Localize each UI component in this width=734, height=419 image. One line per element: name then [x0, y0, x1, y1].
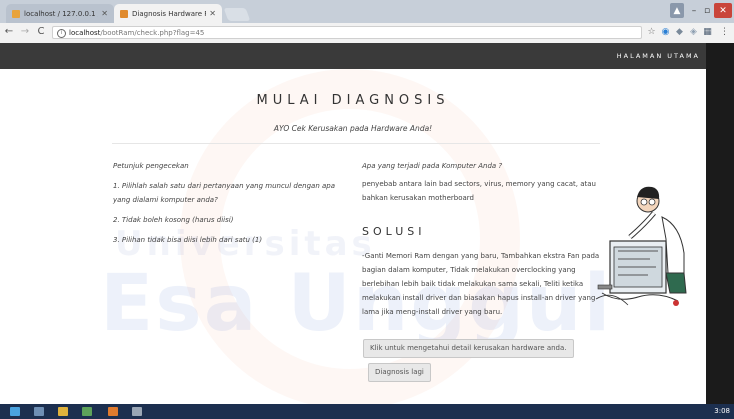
- tab-title: localhost / 127.0.0.1 / db: [24, 9, 98, 18]
- result-panel: Apa yang terjadi pada Komputer Anda ? pe…: [362, 159, 600, 319]
- answer-text: penyebab antara lain bad sectors, virus,…: [362, 180, 596, 202]
- extension-icon[interactable]: ◆: [674, 27, 685, 38]
- home-link[interactable]: HALAMAN UTAMA: [617, 52, 700, 60]
- taskbar-app-icon[interactable]: [108, 407, 118, 416]
- technician-illustration-icon: [595, 186, 687, 306]
- url-host: localhost: [69, 29, 101, 37]
- taskbar-app-icon[interactable]: [82, 407, 92, 416]
- os-taskbar: 3:08: [0, 404, 734, 419]
- instructions-panel: Petunjuk pengecekan 1. Pilihlah salah sa…: [113, 159, 353, 253]
- close-window-button[interactable]: ✕: [714, 3, 732, 18]
- maximize-button[interactable]: ▫: [701, 3, 713, 18]
- info-icon[interactable]: i: [57, 29, 66, 38]
- detail-button[interactable]: Klik untuk mengetahui detail kerusakan h…: [363, 339, 574, 358]
- instruction-item: 3. Pilihan tidak bisa diisi lebih dari s…: [113, 236, 263, 244]
- solution-heading: SOLUSI: [362, 225, 426, 238]
- tab-diagnosis[interactable]: Diagnosis Hardware RAM ✕: [114, 4, 222, 23]
- extension-icon[interactable]: ◈: [688, 27, 699, 38]
- page-subtitle: AYO Cek Kerusakan pada Hardware Anda!: [273, 124, 433, 133]
- taskbar-app-icon[interactable]: [58, 407, 68, 416]
- forward-icon[interactable]: →: [19, 26, 31, 37]
- address-bar[interactable]: i localhost/bootRam/check.php?flag=45: [52, 26, 642, 39]
- main-content: Universitas Esa Unggul MULAI DIAGNOSIS A…: [0, 69, 706, 409]
- instruction-item: 1. Pilihlah salah satu dari pertanyaan y…: [113, 182, 336, 204]
- divider: [112, 143, 600, 144]
- system-clock[interactable]: 3:08: [714, 407, 730, 415]
- new-tab-button[interactable]: [223, 8, 251, 21]
- tab-phpmyadmin[interactable]: localhost / 127.0.0.1 / db ✕: [6, 4, 114, 23]
- url-path: /bootRam/check.php?flag=45: [100, 29, 205, 37]
- tab-title: Diagnosis Hardware RAM: [132, 9, 206, 18]
- site-header: HALAMAN UTAMA: [0, 43, 706, 69]
- tab-close-icon[interactable]: ✕: [101, 9, 108, 18]
- site-favicon-icon: [120, 9, 128, 18]
- diagnose-again-button[interactable]: Diagnosis lagi: [368, 363, 431, 382]
- tab-close-icon[interactable]: ✕: [209, 9, 216, 18]
- profile-icon[interactable]: ▲: [670, 3, 684, 18]
- extension-icon[interactable]: ◉: [660, 27, 671, 38]
- solution-text: -Ganti Memori Ram dengan yang baru, Tamb…: [362, 252, 600, 316]
- menu-icon[interactable]: ⋮: [719, 27, 730, 38]
- minimize-button[interactable]: –: [688, 3, 700, 18]
- browser-toolbar: ← → C i localhost/bootRam/check.php?flag…: [0, 23, 734, 44]
- phpmyadmin-favicon-icon: [12, 9, 20, 18]
- start-icon[interactable]: [10, 407, 20, 416]
- taskbar-app-icon[interactable]: [34, 407, 44, 416]
- instruction-item: 2. Tidak boleh kosong (harus diisi): [113, 216, 234, 224]
- browser-tab-strip: localhost / 127.0.0.1 / db ✕ Diagnosis H…: [0, 0, 734, 23]
- reload-icon[interactable]: C: [35, 26, 47, 37]
- instructions-heading: Petunjuk pengecekan: [113, 162, 189, 170]
- taskbar-app-icon[interactable]: [132, 407, 142, 416]
- page-edge: [706, 43, 734, 404]
- question-text: Apa yang terjadi pada Komputer Anda ?: [362, 162, 503, 170]
- extension-icon[interactable]: ▦: [702, 27, 713, 38]
- page-title: MULAI DIAGNOSIS: [256, 93, 450, 108]
- bookmark-star-icon[interactable]: ☆: [646, 27, 657, 38]
- back-icon[interactable]: ←: [3, 26, 15, 37]
